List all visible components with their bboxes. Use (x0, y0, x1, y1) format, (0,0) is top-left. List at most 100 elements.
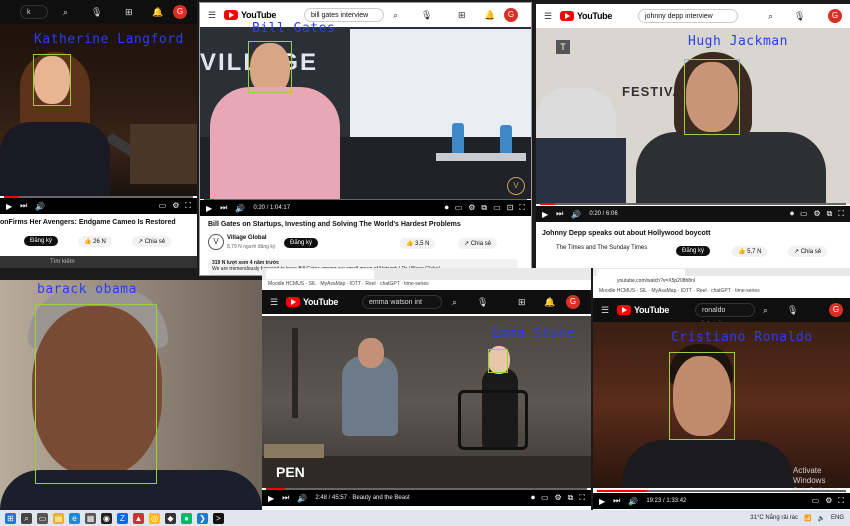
bookmark[interactable]: chatGPT (711, 288, 731, 294)
search-input[interactable]: ronaldo interview (695, 303, 755, 328)
search-input[interactable]: emma watson int (362, 295, 442, 309)
share-button[interactable]: ↗ Chia sẻ (458, 238, 498, 249)
bell-icon[interactable]: 🔔 (484, 9, 495, 21)
menu-icon[interactable]: ☰ (208, 9, 216, 21)
volume-icon[interactable]: 🔊 (628, 497, 638, 506)
terminal-icon[interactable]: > (213, 512, 224, 524)
volume-icon[interactable]: 🔊 (235, 204, 245, 213)
bookmark[interactable]: MyAsaMap (320, 281, 345, 287)
address-bar[interactable]: youtube.com/watch?v=X5p208h8nl (593, 276, 850, 286)
url-text[interactable]: youtube.com/watch?v=X5p208h8nl (617, 278, 695, 284)
mic-icon[interactable]: 🎙 (477, 296, 488, 308)
theater-icon[interactable]: ▭ (493, 203, 501, 213)
subtitles-icon[interactable]: ▭ (800, 209, 808, 219)
next-icon[interactable]: ⏭ (556, 209, 563, 219)
file-explorer-icon[interactable]: ▤ (53, 512, 64, 524)
volume-icon[interactable]: 🔈 (818, 515, 825, 522)
search-icon[interactable]: ⌕ (63, 6, 68, 18)
search-icon[interactable]: ⌕ (452, 296, 457, 308)
fullscreen-icon[interactable]: ⛶ (519, 203, 525, 213)
channel-name[interactable]: Village Global (227, 235, 267, 241)
miniplayer-icon[interactable]: ⧉ (481, 203, 487, 213)
language-indicator[interactable]: ENG (831, 515, 844, 521)
autoplay-icon[interactable]: ⏺ (790, 209, 794, 219)
bookmark[interactable]: chatGPT (380, 281, 400, 287)
avatar[interactable]: G (566, 295, 580, 309)
like-button[interactable]: 👍 3,5 N (400, 238, 436, 249)
subtitles-icon[interactable]: ▭ (812, 496, 820, 506)
subscribe-button[interactable]: Đăng ký (24, 236, 59, 246)
start-icon[interactable]: ⊞ (5, 512, 16, 524)
bookmark[interactable]: MyAsaMap (651, 288, 676, 294)
play-icon[interactable]: ▶ (206, 204, 212, 213)
volume-icon[interactable]: 🔊 (571, 210, 581, 219)
volume-icon[interactable]: 🔊 (297, 494, 307, 503)
settings-icon[interactable]: ⚙ (172, 201, 179, 211)
like-button[interactable]: 👍 26 N (78, 236, 112, 247)
avatar[interactable]: G (829, 303, 843, 317)
create-icon[interactable]: ⊞ (125, 6, 133, 18)
play-icon[interactable]: ▶ (542, 210, 548, 219)
youtube-logo[interactable]: YouTube (617, 305, 669, 315)
play-icon[interactable]: ▶ (599, 497, 605, 506)
app-icon[interactable]: ◆ (165, 512, 176, 524)
fullscreen-icon[interactable]: ⛶ (838, 209, 844, 219)
share-button[interactable]: ↗ Chia sẻ (132, 236, 172, 247)
menu-icon[interactable]: ☰ (601, 304, 609, 316)
bookmark[interactable]: Moodle HCMUS (268, 281, 304, 287)
task-view-icon[interactable]: ▭ (37, 512, 48, 524)
video-frame[interactable]: VILLAGE V (200, 27, 531, 199)
bookmark[interactable]: time-series (404, 281, 428, 287)
search-icon[interactable]: ⌕ (768, 10, 773, 22)
channel-name[interactable]: The Times and The Sunday Times (556, 245, 647, 251)
progress-bar[interactable] (540, 203, 846, 205)
channel-avatar[interactable]: V (208, 234, 224, 250)
subscribe-button[interactable]: Đăng ký (284, 238, 319, 248)
fullscreen-icon[interactable]: ⛶ (579, 493, 585, 503)
bookmark[interactable]: SIL (309, 281, 316, 287)
search-icon[interactable]: ⌕ (21, 512, 32, 524)
miniplayer-icon[interactable]: ⧉ (568, 493, 574, 503)
next-icon[interactable]: ⏭ (220, 203, 227, 213)
fullscreen-icon[interactable]: ⛶ (185, 201, 191, 211)
menu-icon[interactable]: ☰ (270, 296, 278, 308)
bookmark[interactable]: Reel (365, 281, 375, 287)
browser-tab[interactable] (266, 269, 374, 279)
zalo-icon[interactable]: Z (117, 512, 128, 524)
avatar[interactable]: G (828, 9, 842, 23)
youtube-logo[interactable]: YouTube (560, 11, 612, 21)
bookmark[interactable]: Reel (696, 288, 706, 294)
subtitles-icon[interactable]: ▭ (455, 203, 463, 213)
search-input[interactable]: bill gates interview (304, 8, 384, 22)
search-icon[interactable]: ⌕ (763, 304, 768, 316)
mic-icon[interactable]: 🎙 (91, 6, 102, 18)
settings-icon[interactable]: ⚙ (814, 209, 821, 219)
next-icon[interactable]: ⏭ (613, 496, 620, 506)
edge-icon[interactable]: e (69, 512, 80, 524)
play-icon[interactable]: ▶ (6, 202, 12, 211)
bookmark[interactable]: IDTT (350, 281, 361, 287)
wifi-icon[interactable]: 📶 (804, 515, 811, 522)
volume-icon[interactable]: 🔊 (35, 202, 45, 211)
next-icon[interactable]: ⏭ (20, 201, 27, 211)
autoplay-icon[interactable]: ⏺ (531, 493, 535, 503)
play-icon[interactable]: ▶ (268, 494, 274, 503)
search-icon[interactable]: ⌕ (393, 9, 398, 21)
share-button[interactable]: ↗ Chia sẻ (788, 246, 828, 257)
miniplayer-icon[interactable]: ⧉ (827, 209, 833, 219)
progress-bar[interactable] (597, 490, 846, 492)
menu-icon[interactable]: ☰ (544, 10, 552, 22)
youtube-logo[interactable]: YouTube (286, 297, 338, 307)
avatar[interactable]: G (173, 5, 187, 19)
cast-icon[interactable]: ⊡ (507, 203, 514, 213)
fullscreen-icon[interactable]: ⛶ (838, 496, 844, 506)
settings-icon[interactable]: ⚙ (825, 496, 832, 506)
create-icon[interactable]: ⊞ (518, 296, 526, 308)
search-input[interactable]: johnny depp interview (638, 9, 738, 23)
subtitles-icon[interactable]: ▭ (159, 201, 167, 211)
subscribe-button[interactable]: Đăng ký (676, 246, 711, 256)
vscode-icon[interactable]: ❯ (197, 512, 208, 524)
bookmark[interactable]: IDTT (681, 288, 692, 294)
subtitles-icon[interactable]: ▭ (541, 493, 549, 503)
app-icon[interactable]: ▲ (133, 512, 144, 524)
